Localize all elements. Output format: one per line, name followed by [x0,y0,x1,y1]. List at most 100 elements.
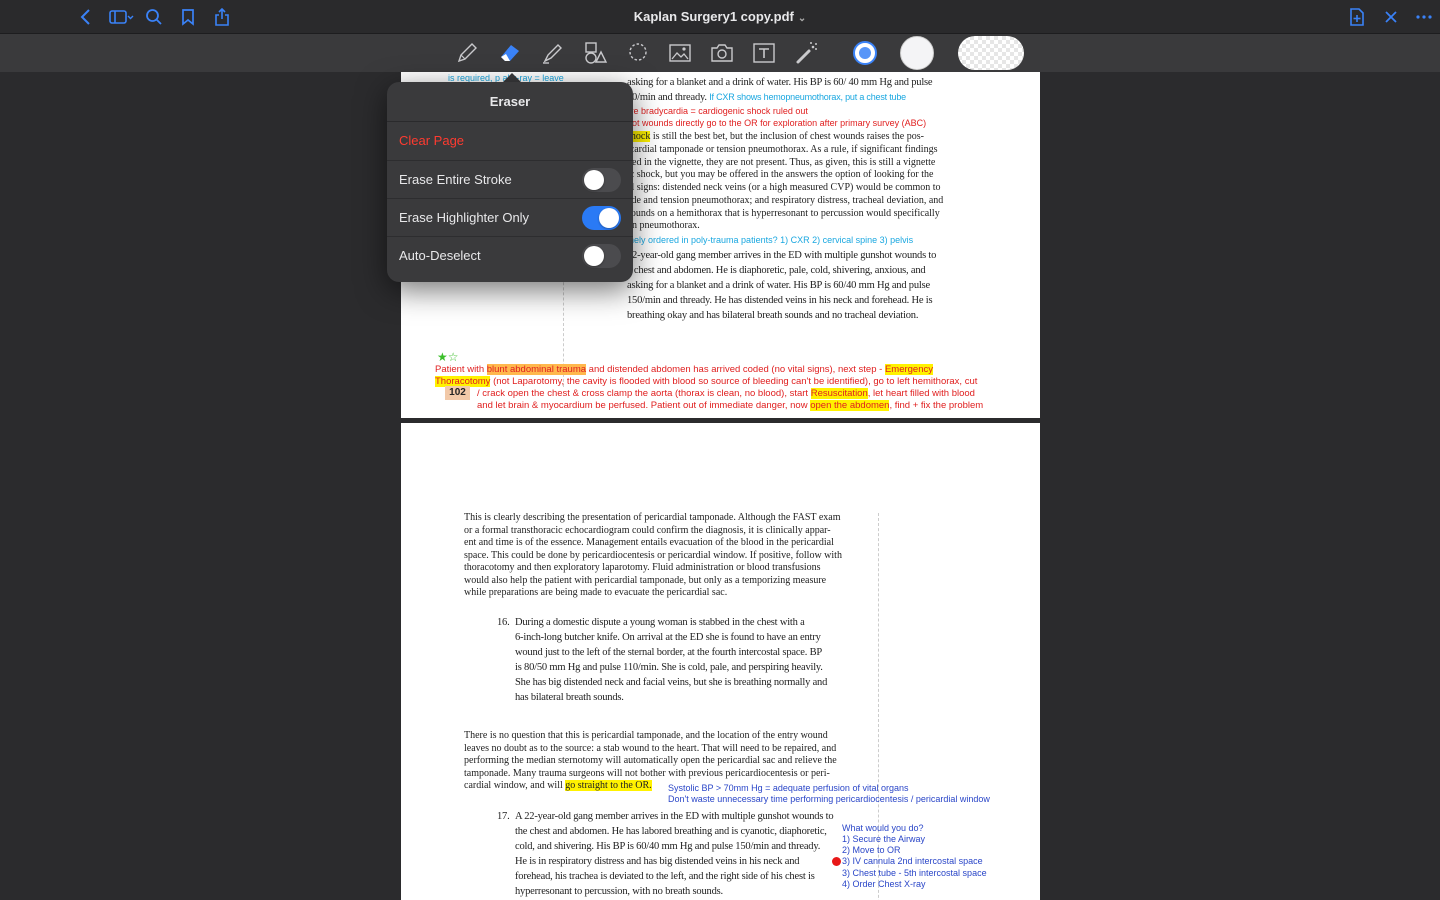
pen-icon[interactable] [454,40,480,66]
red-dot-marker [832,857,841,866]
highlighted-text: blunt abdominal trauma [486,364,587,375]
search-icon[interactable] [144,7,164,27]
note-line: Thoracotomy (not Laparotomy, the cavity … [435,376,977,387]
note-line: Patient with blunt abdominal trauma and … [435,364,934,375]
clear-page-button[interactable]: Clear Page [387,122,633,160]
side-note: 3) IV cannula 2nd intercostal space [842,856,983,866]
body-line: asking for a blanket and a drink of wate… [627,77,933,88]
side-note: 4) Order Chest X-ray [842,879,926,889]
note-text: and let brain & myocardium be perfused. … [477,400,811,411]
document-canvas[interactable]: is required, p al x-ray = leave asking f… [0,72,1440,900]
auto-deselect-toggle[interactable] [582,244,621,268]
highlighter-icon[interactable] [540,40,566,66]
body-line: ade and tension pneumothorax; and respir… [627,195,944,206]
shapes-icon[interactable] [582,40,608,66]
body-line: or a formal transthoracic echocardiogram… [464,525,831,536]
erase-highlighter-only-toggle[interactable] [582,206,621,230]
note-line: / crack open the chest & cross clamp the… [477,388,975,399]
toggle-knob [599,208,619,228]
body-line: would also help the patient with pericar… [464,575,827,586]
body-line: leaves no doubt as to the source: a stab… [464,743,837,754]
side-note: What would you do? [842,823,924,833]
annotation-routine-xray: inely ordered in poly-trauma patients? 1… [627,235,914,245]
annotation-cxr: If CXR shows hemopneumothorax, put a che… [709,92,906,102]
body-line: cardial window, and will go straight to … [464,780,652,791]
body-line: ent and time is of the essence. Manageme… [464,537,834,548]
color-swatch-dot [859,47,871,59]
question-line: She has big distended neck and facial ve… [515,677,828,688]
erase-highlighter-only-label: Erase Highlighter Only [399,210,530,225]
side-note: 2) Move to OR [842,845,901,855]
sidebar-icon[interactable] [108,7,134,27]
camera-icon[interactable] [709,40,735,66]
note-text: , let heart filled with blood [867,388,975,399]
note-line: and let brain & myocardium be perfused. … [477,400,983,411]
chevron-down-icon: ⌄ [797,13,807,24]
question-line: the chest and abdomen. He has labored br… [515,826,827,837]
note-text: Patient with [435,364,487,375]
body-line: There is no question that this is perica… [464,730,828,741]
body-line: ded in the vignette, they are not presen… [627,157,936,168]
lasso-icon[interactable] [625,40,651,66]
question-line: 6-inch-long butcher knife. On arrival at… [515,632,821,643]
question-line: e chest and abdomen. He is diaphoretic, … [627,265,926,276]
annotation-gunshot: hot wounds directly go to the OR for exp… [627,118,927,128]
color-swatch-selected[interactable] [853,41,877,65]
annotation-toolbar [0,34,1440,72]
question-line: A 22-year-old gang member arrives in the… [515,811,834,822]
text-box-icon[interactable] [751,40,777,66]
laser-pointer-icon[interactable] [794,40,820,66]
body-line: thoracotomy and then exploratory laparot… [464,562,821,573]
share-icon[interactable] [212,7,232,27]
question-line: hyperresonant to percussion, with no bre… [515,886,723,897]
note-text: / crack open the chest & cross clamp the… [477,388,811,399]
question-line: wound just to the left of the sternal bo… [515,647,823,658]
question-line: asking for a blanket and a drink of wate… [627,280,930,291]
question-line: is 80/50 mm Hg and pulse 110/min. She is… [515,662,823,673]
question-line: 150/min and thready. He has distended ve… [627,295,933,306]
annotation-no-delay: Don't waste unnecessary time performing … [668,794,990,804]
body-line: shock is still the best bet, but the inc… [627,131,924,142]
toggle-knob [584,170,604,190]
question-number: 17. [497,811,510,822]
body-text: is still the best bet, but the inclusion… [650,131,924,142]
pdf-page-2[interactable]: This is clearly describing the presentat… [401,423,1040,900]
question-line: During a domestic dispute a young woman … [515,617,805,628]
opacity-swatch[interactable] [958,36,1024,70]
note-text: (not Laparotomy, the cavity is flooded w… [490,376,978,387]
question-line: forehead, his trachea is deviated to the… [515,871,815,882]
highlighted-text: Resuscitation [810,388,868,399]
document-title-text: Kaplan Surgery1 copy.pdf [633,9,794,24]
annotation-bradycardia: ive bradycardia = cardiogenic shock rule… [627,106,808,116]
body-line: performing the median sternotomy will au… [464,755,837,766]
body-line: ic shock, but you may be offered in the … [627,169,934,180]
new-page-icon[interactable] [1347,7,1367,27]
body-line: 50/min and thready. If CXR shows hemopne… [627,92,906,103]
body-line: This is clearly describing the presentat… [464,512,841,523]
body-line: tamponade. Many trauma surgeons will not… [464,768,830,779]
back-chevron-icon[interactable] [76,7,96,27]
more-icon[interactable] [1414,7,1434,27]
highlighted-text: go straight to the OR. [565,780,652,791]
highlighted-text: Emergency [884,364,934,375]
eraser-icon[interactable] [497,40,523,66]
bookmark-icon[interactable] [178,7,198,27]
question-number: 16. [497,617,510,628]
erase-entire-stroke-toggle[interactable] [582,168,621,192]
note-text: , find + fix the problem [889,400,984,411]
close-icon[interactable] [1381,7,1401,27]
body-line: sounds on a hemithorax that is hyperreso… [627,208,940,219]
body-line: al signs: distended neck veins (or a hig… [627,182,941,193]
image-icon[interactable] [667,40,693,66]
body-text: 50/min and thready. [627,92,707,103]
erase-highlighter-only-row: Erase Highlighter Only [387,198,633,236]
body-line: on pneumothorax. [627,220,700,231]
side-note: 3) Chest tube - 5th intercostal space [842,868,987,878]
stroke-width-large[interactable] [900,36,934,70]
side-note: 1) Secure the Airway [842,834,926,844]
body-line: icardial tamponade or tension pneumothor… [627,144,938,155]
question-line: He is in respiratory distress and has bi… [515,856,800,867]
erase-entire-stroke-label: Erase Entire Stroke [399,172,512,187]
star-rating: ★☆ [437,350,459,364]
body-text: cardial window, and will [464,780,566,791]
